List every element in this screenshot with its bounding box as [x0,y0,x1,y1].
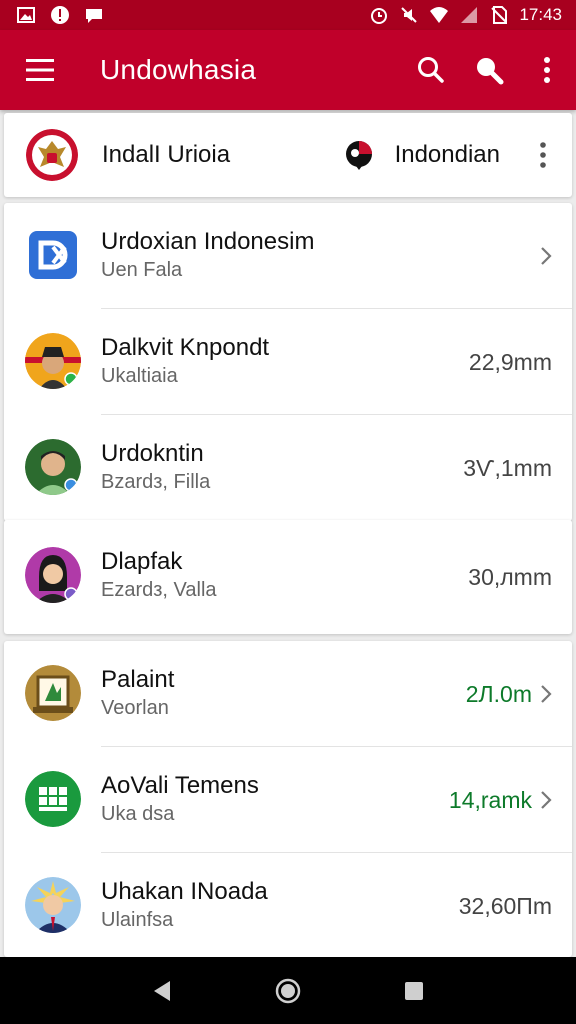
chevron-right-icon [541,247,552,265]
person-avatar [25,877,81,933]
item-value: 30,лmm [468,563,552,590]
item-title: Urdokntin [101,440,204,467]
list-item[interactable]: Palaint Veorlan 2Л.0m [4,641,572,747]
item-title: AoVali Temens [101,772,259,799]
list-item[interactable]: Dlapfak Ezardз, Valla 30,лmm [4,520,572,634]
back-icon[interactable] [152,980,172,1002]
app-bar: Undowhasia [0,30,576,110]
item-value: 3Ѵ,1mm [463,454,552,481]
search-button[interactable] [402,30,460,110]
item-trailing: 3Ѵ,1mm [463,415,552,521]
overflow-menu-button[interactable] [518,30,576,110]
search-filled-icon [477,58,504,85]
signal-icon [461,7,478,23]
item-title: Dlapfak [101,548,183,575]
chevron-right-icon [541,685,552,703]
mute-icon [401,7,418,23]
profile-name: IndalI Urioia [102,141,231,168]
item-trailing: 14,ramk [449,747,552,853]
app-title: Undowhasia [100,54,257,85]
more-vert-icon [544,57,550,83]
status-bar: 17:43 [0,0,576,30]
more-vert-icon [540,142,546,168]
list-item[interactable]: Dalkvit Knpondt Ukaltiaia 22,9mm [4,309,572,415]
item-trailing: 2Л.0m [466,641,552,747]
wifi-icon [430,7,449,23]
item-subtitle: Veorlan [101,697,169,719]
item-title: Palaint [101,666,175,693]
list-item[interactable]: Uhakan INoada Ulainfsa 32,60Пm [4,853,572,957]
person-avatar [25,439,81,495]
item-trailing: 30,лmm [468,520,552,634]
list-card: Urdoxian Indonesim Uen Fala Dalkvit Knpo… [4,203,572,521]
item-trailing [532,203,552,309]
list-item[interactable]: Urdokntin Bzardз, Filla 3Ѵ,1mm [4,415,572,521]
item-trailing: 32,60Пm [459,853,552,957]
item-value: 22,9mm [468,348,552,375]
search-icon [418,57,444,83]
list-card: Dlapfak Ezardз, Valla 30,лmm [4,520,572,634]
alert-notification-icon [51,6,69,24]
item-subtitle: Ezardз, Valla [101,579,217,601]
item-subtitle: Ukaltiaia [101,365,178,387]
no-sim-icon [491,6,508,24]
item-title: Dalkvit Knpondt [101,334,270,361]
list-item[interactable]: AoVali Temens Uka dsa 14,ramk [4,747,572,853]
item-subtitle: Uen Fala [101,259,183,281]
qr-logo-icon [25,771,81,827]
item-value: 14,ramk [448,786,532,813]
item-trailing: 22,9mm [469,309,552,415]
language-flag-icon [345,141,372,170]
status-time: 17:43 [519,5,562,24]
header-more-button[interactable] [528,142,558,168]
item-value: 2Л.0m [465,680,532,707]
list-card: Palaint Veorlan 2Л.0m AoVali Temens Uka … [4,641,572,957]
item-subtitle: Uka dsa [101,803,175,825]
hamburger-menu-icon [26,59,54,81]
item-title: Urdoxian Indonesim [101,228,315,255]
item-title: Uhakan INoada [101,878,268,905]
list-item[interactable]: Urdoxian Indonesim Uen Fala [4,203,572,309]
recents-icon[interactable] [404,981,424,1001]
chevron-right-icon [541,791,552,809]
person-avatar [25,333,81,389]
garuda-emblem-icon [26,129,78,181]
item-subtitle: Ulainfsa [101,909,174,931]
language-label[interactable]: Indondian [395,141,500,169]
chat-notification-icon [86,9,102,23]
painting-icon [25,665,81,721]
menu-button[interactable] [0,30,80,110]
app-logo-icon [29,231,77,279]
image-notification-icon [17,7,35,23]
search-alt-button[interactable] [460,30,518,110]
alarm-icon [371,8,388,24]
system-navigation-bar [0,957,576,1024]
item-subtitle: Bzardз, Filla [101,471,211,493]
item-value: 32,60Пm [458,892,552,919]
profile-header-card[interactable]: IndalI Urioia Indondian [4,113,572,197]
person-avatar [25,547,81,603]
home-icon[interactable] [275,978,301,1004]
